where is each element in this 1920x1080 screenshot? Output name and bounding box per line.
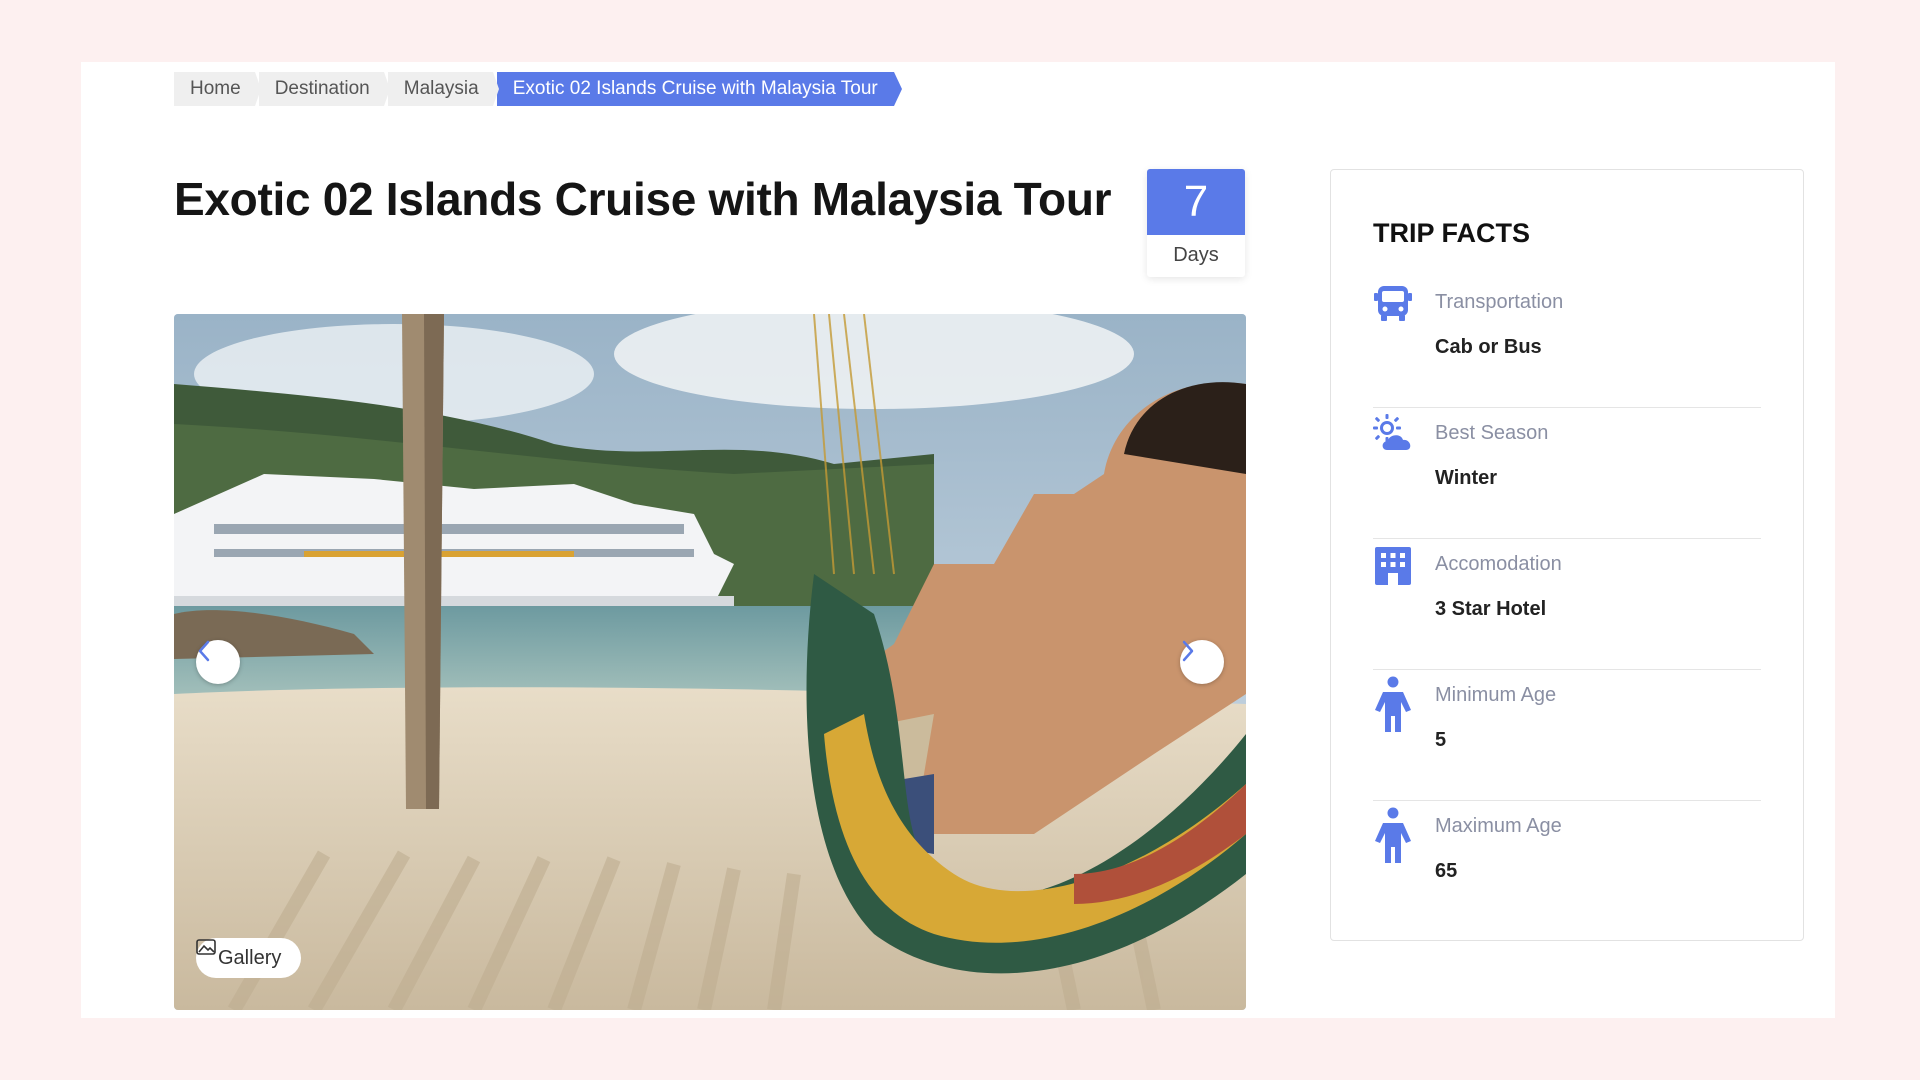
gallery-button[interactable]: Gallery <box>196 938 302 978</box>
person-icon <box>1375 807 1411 863</box>
gallery-label: Gallery <box>218 946 282 969</box>
fact-maximum-age: Maximum Age 65 <box>1373 801 1761 932</box>
bus-icon <box>1374 286 1412 321</box>
fact-value: Cab or Bus <box>1435 336 1542 358</box>
breadcrumb-malaysia[interactable]: Malaysia <box>387 72 499 106</box>
page-container: Home Destination Malaysia Exotic 02 Isla… <box>81 62 1835 1018</box>
fact-label: Maximum Age <box>1435 815 1562 837</box>
fact-best-season: Best Season Winter <box>1373 408 1761 539</box>
beach-hammock-photo <box>174 314 1246 1010</box>
fact-value: Winter <box>1435 467 1498 489</box>
duration-badge: 7 Days <box>1147 169 1245 277</box>
fact-value: 3 Star Hotel <box>1435 598 1547 620</box>
fact-transportation: Transportation Cab or Bus <box>1373 277 1761 408</box>
page-title: Exotic 02 Islands Cruise with Malaysia T… <box>174 173 1112 225</box>
fact-label: Minimum Age <box>1435 684 1557 706</box>
breadcrumb-destination[interactable]: Destination <box>258 72 390 106</box>
trip-facts-title: TRIP FACTS <box>1373 218 1531 248</box>
slider-prev-button[interactable] <box>196 640 240 684</box>
fact-accommodation: Accomodation 3 Star Hotel <box>1373 539 1761 670</box>
fact-label: Accomodation <box>1435 553 1562 575</box>
fact-minimum-age: Minimum Age 5 <box>1373 670 1761 801</box>
duration-unit: Days <box>1173 244 1219 266</box>
duration-value: 7 <box>1147 169 1245 235</box>
chevron-right-icon <box>1182 640 1194 662</box>
breadcrumb: Home Destination Malaysia Exotic 02 Isla… <box>174 72 902 106</box>
fact-label: Best Season <box>1435 422 1549 444</box>
fact-value: 65 <box>1435 860 1458 882</box>
fact-value: 5 <box>1435 729 1447 751</box>
trip-facts-card: TRIP FACTS Transportation Cab or Bus Bes… <box>1330 169 1804 941</box>
chevron-left-icon <box>198 640 210 662</box>
sun-cloud-icon <box>1373 414 1411 450</box>
hero-image-slider[interactable]: Gallery <box>174 314 1246 1010</box>
image-icon <box>196 939 216 955</box>
breadcrumb-current: Exotic 02 Islands Cruise with Malaysia T… <box>496 72 902 106</box>
hotel-icon <box>1375 547 1411 585</box>
person-icon <box>1375 676 1411 732</box>
fact-label: Transportation <box>1435 291 1564 313</box>
slider-next-button[interactable] <box>1180 640 1224 684</box>
breadcrumb-home[interactable]: Home <box>174 72 261 106</box>
